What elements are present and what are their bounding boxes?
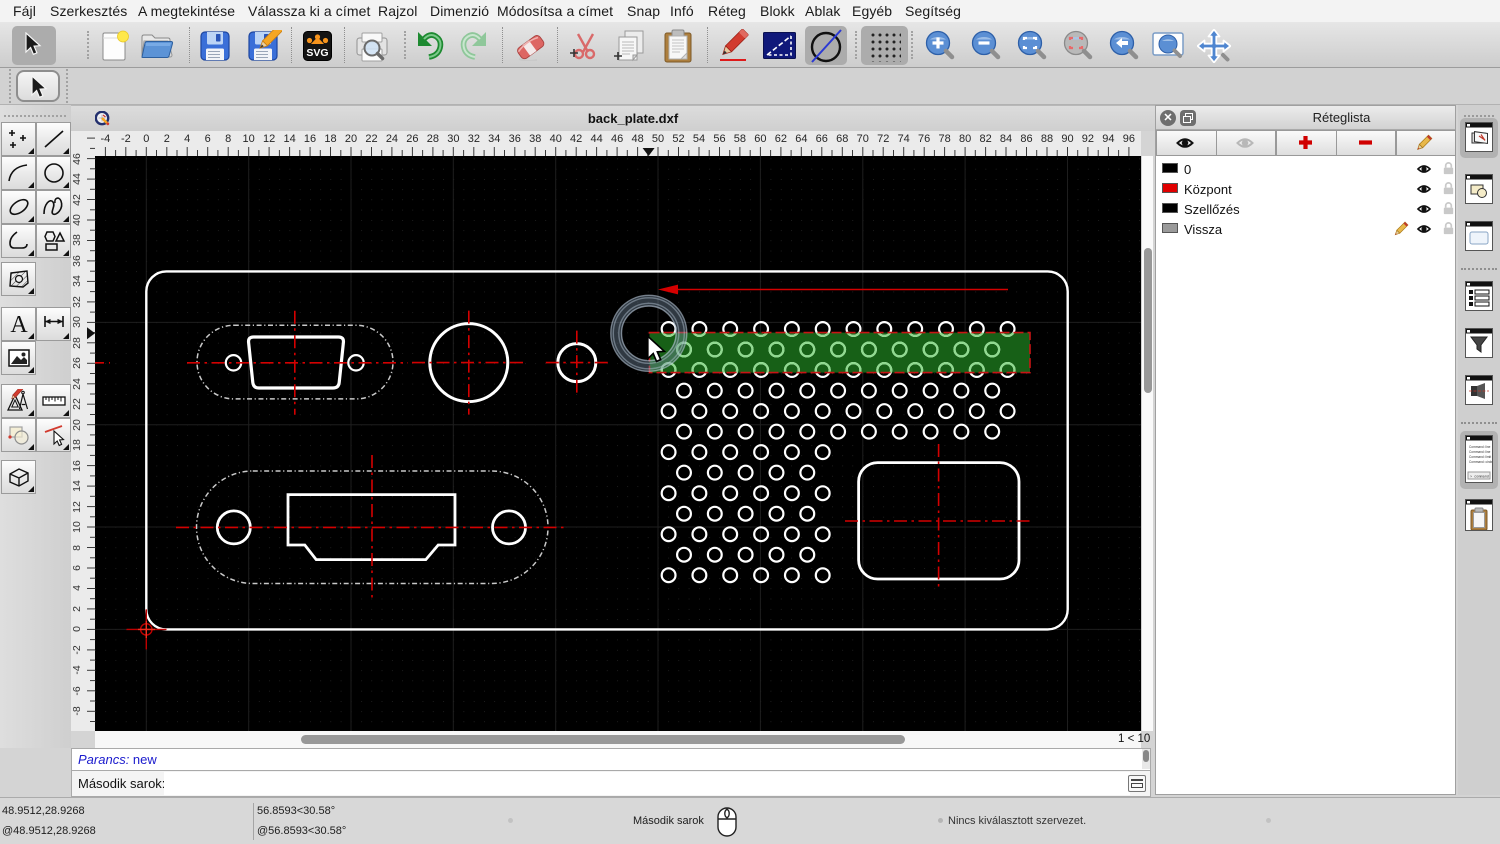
svg-text:Command: circle: Command: circle — [1469, 460, 1492, 464]
svg-text:A: A — [10, 312, 28, 336]
svg-text:Command: line: Command: line — [1469, 450, 1491, 454]
svg-text:> command: > command — [1470, 475, 1489, 480]
svg-text:Command: limit: Command: limit — [1469, 455, 1491, 459]
svg-text:SVG: SVG — [306, 47, 328, 59]
svg-text:Command: line: Command: line — [1469, 445, 1491, 449]
